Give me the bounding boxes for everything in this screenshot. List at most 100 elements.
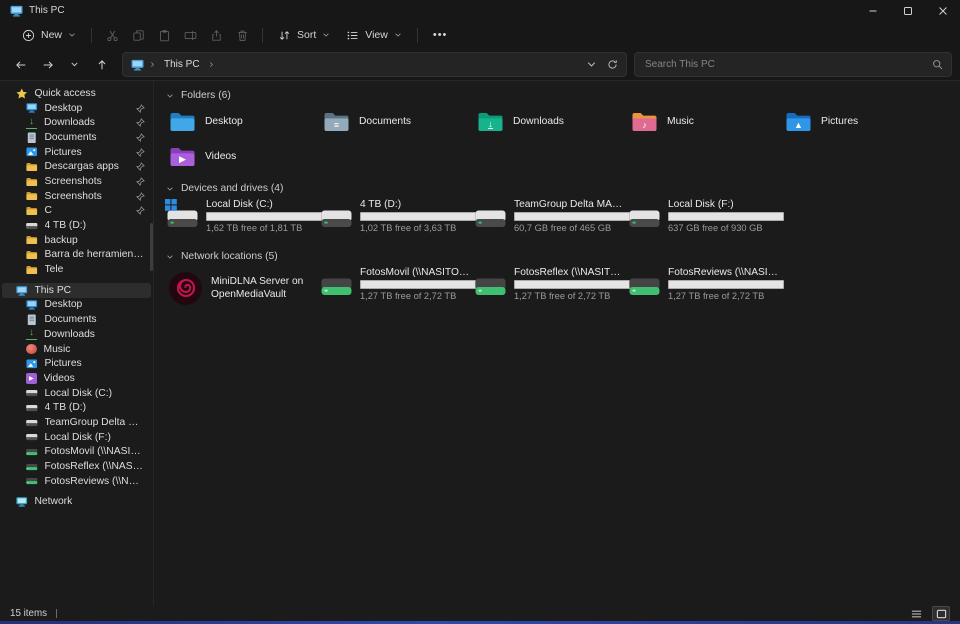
sidebar-item-descargas-apps[interactable]: Descargas apps [2, 159, 151, 174]
sidebar-item-backup[interactable]: backup [2, 233, 151, 248]
large-icons-view-toggle[interactable] [932, 606, 950, 621]
pin-icon[interactable] [136, 177, 145, 186]
refresh-icon[interactable] [607, 59, 618, 70]
chevron-right-icon[interactable] [208, 61, 215, 68]
pin-icon[interactable] [136, 118, 145, 127]
search-input[interactable] [643, 58, 932, 71]
view-button[interactable]: View [338, 25, 410, 46]
command-bar: New Sort View ••• [0, 21, 960, 49]
pin-icon[interactable] [136, 133, 145, 142]
sidebar-item-4tb-d-drive[interactable]: 4 TB (D:) [2, 400, 151, 415]
sidebar-item-4tb-d[interactable]: 4 TB (D:) [2, 218, 151, 233]
drive-icon [26, 417, 38, 429]
sidebar-section-this-pc[interactable]: This PC [2, 283, 151, 298]
see-more-button[interactable]: ••• [425, 25, 456, 45]
pin-icon[interactable] [136, 162, 145, 171]
drive-tile-local-disk-f[interactable]: Local Disk (F:) 637 GB free of 930 GB [624, 198, 778, 242]
sidebar-item-barra-de-herramientas[interactable]: Barra de herramientas [2, 248, 151, 263]
capacity-bar [514, 212, 630, 221]
download-icon: ↓ [26, 328, 37, 340]
sidebar-item-screenshots[interactable]: Screenshots [2, 174, 151, 189]
toolbar-separator [417, 28, 418, 43]
chevron-down-icon[interactable] [166, 185, 174, 193]
network-tile-minidlna-server[interactable]: MiniDLNA Server on OpenMediaVault [162, 266, 316, 310]
network-tile-fotosmovil-o[interactable]: FotosMovil (\\NASITO) (O:) 1,27 TB free … [316, 266, 470, 310]
sidebar-item-pictures[interactable]: Pictures [2, 145, 151, 160]
chevron-down-icon[interactable] [166, 92, 174, 100]
search-icon[interactable] [932, 59, 943, 70]
videos-folder-icon: ▶ [169, 146, 196, 167]
pin-icon[interactable] [136, 192, 145, 201]
sort-button[interactable]: Sort [270, 25, 338, 46]
network-tile-fotosreflex-p[interactable]: FotosReflex (\\NASITO) (P:) 1,27 TB free… [470, 266, 624, 310]
delete-button[interactable] [229, 24, 255, 46]
recent-locations-button[interactable] [62, 53, 87, 77]
folder-icon [26, 234, 38, 246]
this-pc-icon [10, 5, 23, 17]
chevron-right-icon[interactable] [149, 61, 156, 68]
maximize-button[interactable] [890, 0, 925, 21]
sidebar-scrollbar[interactable] [150, 223, 153, 271]
folder-tile-pictures[interactable]: ▲ Pictures [778, 104, 932, 139]
sidebar-item-pc-music[interactable]: Music [2, 342, 151, 357]
new-button[interactable]: New [14, 25, 84, 46]
sidebar-item-c[interactable]: C [2, 204, 151, 219]
up-button[interactable] [89, 53, 114, 77]
sidebar-item-pc-desktop[interactable]: Desktop [2, 298, 151, 313]
sidebar-item-fotosreviews-r[interactable]: FotosReviews (\\NASITO) (R:) [2, 474, 151, 489]
folder-icon [26, 161, 38, 173]
desktop-folder-icon [169, 111, 196, 132]
sidebar-item-documents[interactable]: Documents [2, 130, 151, 145]
pin-icon[interactable] [136, 104, 145, 113]
pin-icon[interactable] [136, 206, 145, 215]
star-icon [16, 88, 28, 100]
sidebar-item-fotosmovil-o[interactable]: FotosMovil (\\NASITO) (O:) [2, 445, 151, 460]
item-count: 15 items [10, 608, 47, 619]
capacity-bar [360, 212, 476, 221]
sidebar-item-pc-videos[interactable]: ▶ Videos [2, 371, 151, 386]
sidebar-item-tele[interactable]: Tele [2, 262, 151, 277]
paste-button[interactable] [151, 24, 177, 46]
folder-tile-music[interactable]: ♪ Music [624, 104, 778, 139]
pin-icon[interactable] [136, 148, 145, 157]
rename-button[interactable] [177, 24, 203, 46]
details-view-toggle[interactable] [908, 607, 924, 620]
back-button[interactable] [8, 53, 33, 77]
copy-button[interactable] [125, 24, 151, 46]
sidebar-item-local-disk-f[interactable]: Local Disk (F:) [2, 430, 151, 445]
sidebar-section-quick-access[interactable]: Quick access [2, 86, 151, 101]
rename-icon [184, 29, 197, 42]
sidebar-item-pc-downloads[interactable]: ↓ Downloads [2, 327, 151, 342]
sidebar-section-network[interactable]: Network [2, 495, 151, 510]
folder-tile-downloads[interactable]: ↓ Downloads [470, 104, 624, 139]
minimize-button[interactable] [855, 0, 890, 21]
chevron-down-icon[interactable] [166, 253, 174, 261]
cut-button[interactable] [99, 24, 125, 46]
chevron-down-icon[interactable] [586, 59, 597, 70]
breadcrumb[interactable]: This PC [122, 52, 627, 77]
folder-tile-videos[interactable]: ▶ Videos [162, 139, 316, 174]
close-button[interactable] [925, 0, 960, 21]
sidebar-item-desktop[interactable]: Desktop [2, 101, 151, 116]
arrow-right-icon [42, 59, 54, 71]
sidebar-item-pc-pictures[interactable]: Pictures [2, 356, 151, 371]
drive-tile-teamgroup-e[interactable]: TeamGroup Delta MAX (E:) 60,7 GB free of… [470, 198, 624, 242]
sidebar-item-downloads[interactable]: ↓ Downloads [2, 115, 151, 130]
sidebar-item-screenshots[interactable]: Screenshots [2, 189, 151, 204]
network-tile-fotosreviews-r[interactable]: FotosReviews (\\NASITO) (R:) 1,27 TB fre… [624, 266, 778, 310]
folder-tile-desktop[interactable]: Desktop [162, 104, 316, 139]
windows-logo-icon [165, 199, 177, 211]
drive-tile-4tb-d[interactable]: 4 TB (D:) 1,02 TB free of 3,63 TB [316, 198, 470, 242]
network-drive-icon [629, 276, 660, 296]
share-button[interactable] [203, 24, 229, 46]
sidebar-item-pc-documents[interactable]: Documents [2, 312, 151, 327]
drive-tile-local-disk-c[interactable]: Local Disk (C:) 1,62 TB free of 1,81 TB [162, 198, 316, 242]
sidebar-item-fotosreflex-p[interactable]: FotosReflex (\\NASITO) (P:) [2, 459, 151, 474]
folder-tile-documents[interactable]: ≡ Documents [316, 104, 470, 139]
sidebar-item-local-disk-c[interactable]: Local Disk (C:) [2, 386, 151, 401]
breadcrumb-this-pc[interactable]: This PC [161, 58, 203, 71]
forward-button[interactable] [35, 53, 60, 77]
title-bar: This PC [0, 0, 960, 21]
sidebar-item-teamgroup-e[interactable]: TeamGroup Delta MAX (E:) [2, 415, 151, 430]
sort-icon [278, 29, 291, 42]
